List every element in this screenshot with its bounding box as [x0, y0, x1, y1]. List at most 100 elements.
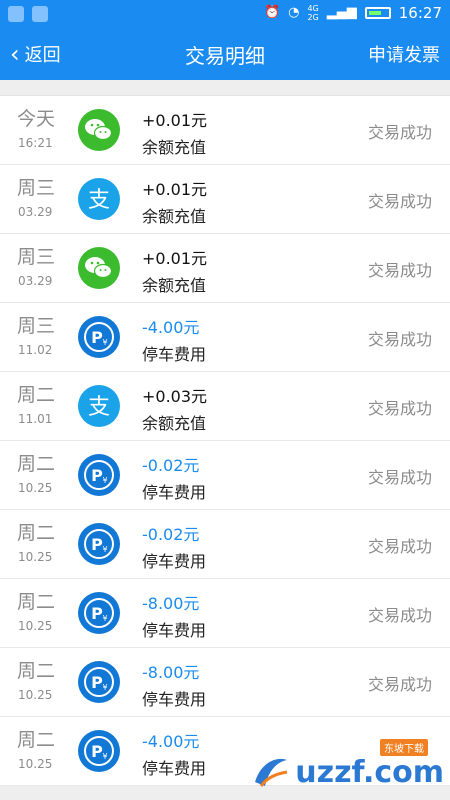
- transaction-day: 周二: [17, 522, 56, 544]
- status-notification-icons: [8, 6, 48, 22]
- transaction-day: 周二: [17, 660, 56, 682]
- transaction-category: 停车费用: [142, 552, 207, 571]
- transaction-status: 交易成功: [367, 537, 432, 556]
- transaction-amount: -0.02元: [142, 525, 200, 544]
- parking-icon: P ¥: [78, 523, 120, 565]
- transaction-status: 交易成功: [367, 261, 432, 280]
- transaction-row[interactable]: 周三 03.29 支 +0.01元 余额充值 交易成功: [0, 165, 450, 234]
- network-4g-label: 4G: [307, 4, 319, 13]
- parking-icon: P ¥: [78, 454, 120, 496]
- alipay-icon: 支: [78, 385, 120, 427]
- svg-text:¥: ¥: [102, 338, 107, 347]
- status-bar: ⏰ ◔ 4G 2G ▂▄▆ 16:27: [0, 0, 450, 28]
- transaction-row[interactable]: 周二 10.25 P ¥ -0.02元 停车费用 交易成功: [0, 510, 450, 579]
- parking-icon: P ¥: [78, 730, 120, 772]
- transaction-amount: +0.03元: [142, 387, 208, 406]
- transaction-status: 交易成功: [367, 606, 432, 625]
- transaction-category: 余额充值: [142, 414, 207, 433]
- transaction-day: 周三: [17, 177, 56, 199]
- transaction-category: 余额充值: [142, 207, 207, 226]
- transaction-list: 今天 16:21 +0.01元 余额充值 交易成功 周三 03.29 支 +0.…: [0, 95, 450, 786]
- transaction-category: 停车费用: [142, 345, 207, 364]
- transaction-day: 周三: [17, 246, 56, 268]
- svg-text:¥: ¥: [102, 683, 107, 692]
- transaction-status: 交易成功: [367, 675, 432, 694]
- transaction-row[interactable]: 今天 16:21 +0.01元 余额充值 交易成功: [0, 96, 450, 165]
- watermark-badge: 东坡下载: [380, 739, 428, 756]
- svg-text:¥: ¥: [102, 752, 107, 761]
- transaction-day: 今天: [17, 108, 56, 130]
- transaction-date: 11.01: [18, 412, 53, 426]
- transaction-day: 周二: [17, 384, 56, 406]
- transaction-date: 10.25: [18, 688, 53, 702]
- transaction-amount: +0.01元: [142, 249, 208, 268]
- request-invoice-button[interactable]: 申请发票: [368, 28, 440, 80]
- transaction-date: 10.25: [18, 619, 53, 633]
- transaction-category: 停车费用: [142, 759, 207, 778]
- alarm-icon: ⏰: [263, 5, 281, 20]
- transaction-status: 交易成功: [367, 330, 432, 349]
- svg-text:¥: ¥: [102, 614, 107, 623]
- svg-text:P: P: [91, 328, 103, 347]
- transaction-amount: -8.00元: [142, 663, 200, 682]
- transaction-row[interactable]: 周二 10.25 P ¥ -8.00元 停车费用 交易成功: [0, 579, 450, 648]
- battery-icon: [364, 7, 391, 19]
- svg-text:支: 支: [88, 395, 110, 420]
- watermark-text: uzzf.com: [295, 754, 444, 790]
- svg-text:支: 支: [88, 188, 110, 213]
- network-type: 4G 2G: [307, 4, 318, 22]
- transaction-amount: +0.01元: [142, 180, 208, 199]
- parking-icon: P ¥: [78, 592, 120, 634]
- notification-gallery-icon: [32, 6, 48, 22]
- svg-text:P: P: [91, 604, 103, 623]
- svg-text:¥: ¥: [102, 476, 107, 485]
- transaction-date: 03.29: [18, 205, 53, 219]
- parking-icon: P ¥: [78, 316, 120, 358]
- signal-icon: ▂▄▆: [326, 5, 357, 20]
- transaction-amount: -4.00元: [142, 318, 200, 337]
- transaction-day: 周二: [17, 591, 56, 613]
- status-indicators: ⏰ ◔ 4G 2G ▂▄▆ 16:27: [264, 4, 442, 22]
- transaction-amount: -0.02元: [142, 456, 200, 475]
- svg-text:¥: ¥: [102, 545, 107, 554]
- transaction-date: 11.02: [18, 343, 53, 357]
- notification-app-icon: [8, 6, 24, 22]
- parking-icon: P ¥: [78, 661, 120, 703]
- status-time: 16:27: [398, 4, 442, 22]
- alipay-icon: 支: [78, 178, 120, 220]
- transaction-category: 停车费用: [142, 483, 207, 502]
- nav-bar: ‹ 返回 交易明细 申请发票: [0, 28, 450, 80]
- transaction-status: 交易成功: [367, 399, 432, 418]
- transaction-category: 余额充值: [142, 138, 207, 157]
- transaction-category: 余额充值: [142, 276, 207, 295]
- transaction-category: 停车费用: [142, 690, 207, 709]
- wifi-icon: ◔: [288, 5, 300, 20]
- transaction-date: 10.25: [18, 550, 53, 564]
- transaction-status: 交易成功: [367, 192, 432, 211]
- transaction-day: 周二: [17, 729, 56, 751]
- svg-text:P: P: [91, 466, 103, 485]
- transaction-category: 停车费用: [142, 621, 207, 640]
- wechat-icon: [78, 247, 120, 289]
- transaction-date: 10.25: [18, 757, 53, 771]
- watermark-logo: uzzf.com: [251, 752, 444, 792]
- transaction-status: 交易成功: [367, 123, 432, 142]
- network-2g-label: 2G: [307, 13, 319, 22]
- transaction-row[interactable]: 周三 11.02 P ¥ -4.00元 停车费用 交易成功: [0, 303, 450, 372]
- transaction-amount: -4.00元: [142, 732, 200, 751]
- transaction-status: 交易成功: [367, 468, 432, 487]
- svg-text:P: P: [91, 535, 103, 554]
- transaction-row[interactable]: 周二 11.01 支 +0.03元 余额充值 交易成功: [0, 372, 450, 441]
- transaction-amount: +0.01元: [142, 111, 208, 130]
- transaction-date: 03.29: [18, 274, 53, 288]
- watermark-mark-icon: [255, 758, 288, 787]
- svg-text:P: P: [91, 742, 103, 761]
- transaction-amount: -8.00元: [142, 594, 200, 613]
- transaction-row[interactable]: 周三 03.29 +0.01元 余额充值 交易成功: [0, 234, 450, 303]
- svg-text:P: P: [91, 673, 103, 692]
- transaction-row[interactable]: 周二 10.25 P ¥ -8.00元 停车费用 交易成功: [0, 648, 450, 717]
- transaction-day: 周二: [17, 453, 56, 475]
- transaction-day: 周三: [17, 315, 56, 337]
- transaction-row[interactable]: 周二 10.25 P ¥ -0.02元 停车费用 交易成功: [0, 441, 450, 510]
- wechat-icon: [78, 109, 120, 151]
